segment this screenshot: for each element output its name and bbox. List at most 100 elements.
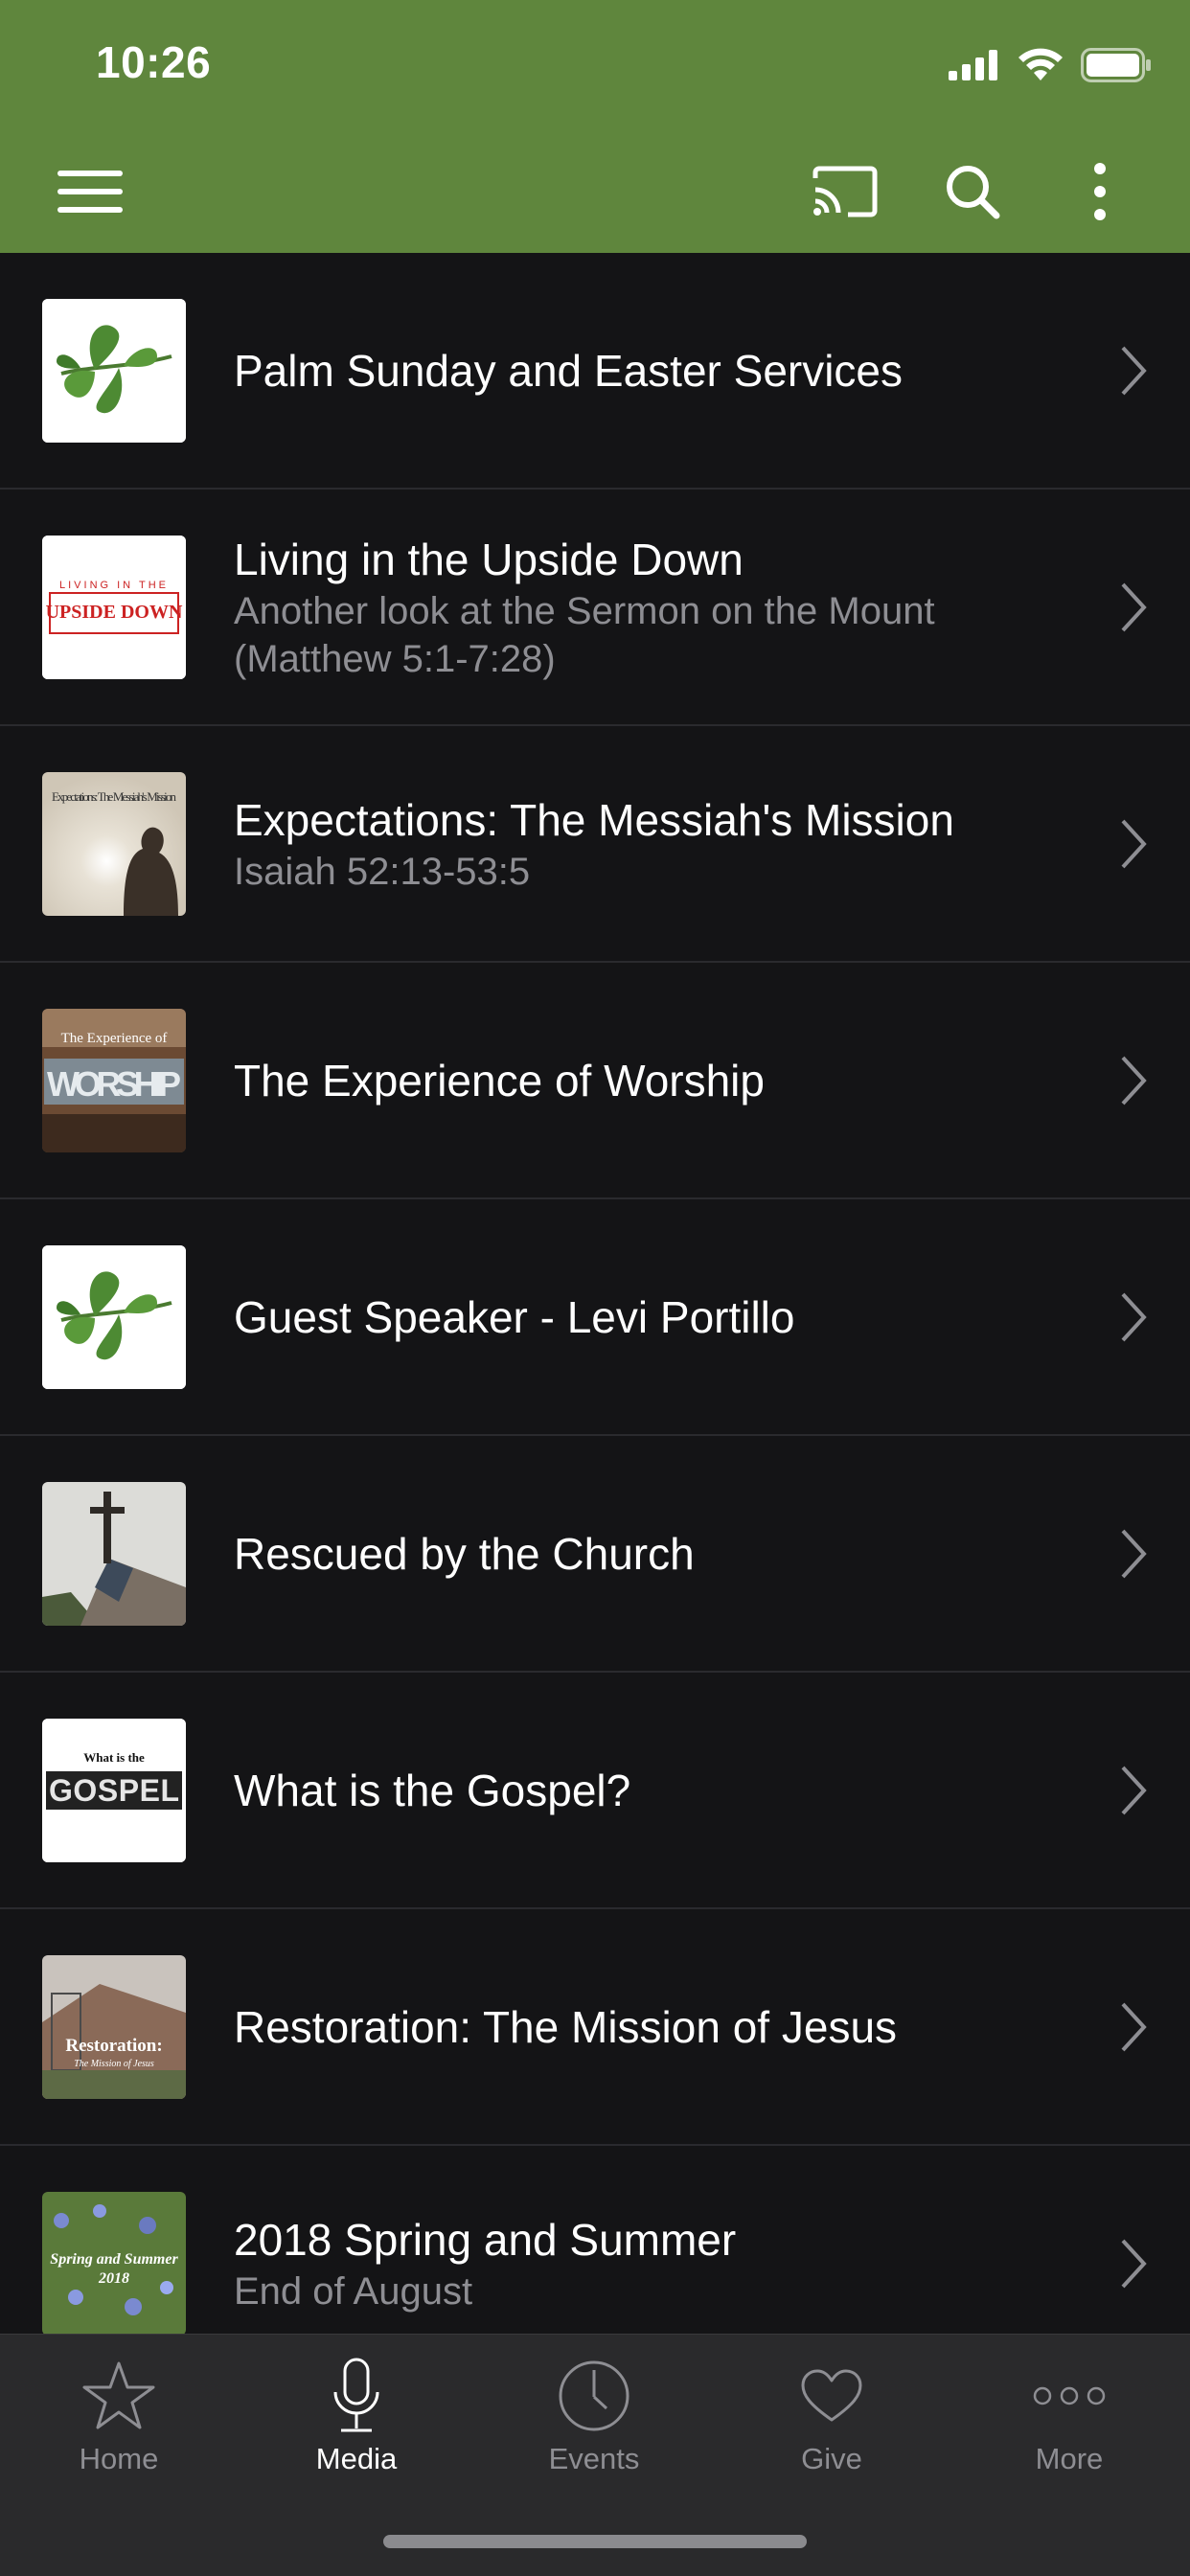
restoration-artwork: Restoration: The Mission of Jesus xyxy=(42,1954,186,2099)
item-title: Palm Sunday and Easter Services xyxy=(234,345,904,396)
series-thumbnail: Restoration: The Mission of Jesus xyxy=(42,1954,186,2099)
item-texts: 2018 Spring and Summer End of August xyxy=(234,2212,1075,2315)
item-subtitle: End of August xyxy=(234,2269,473,2313)
item-texts: Guest Speaker - Levi Portillo xyxy=(234,1289,1075,1345)
worship-artwork: The Experience of WORSHIP xyxy=(42,1008,186,1152)
item-title: Restoration: The Mission of Jesus xyxy=(234,2001,898,2052)
series-thumbnail: LIVING IN THE UPSIDE DOWN xyxy=(42,535,186,679)
spring-summer-artwork: Spring and Summer 2018 xyxy=(42,2191,186,2334)
item-subtitle: Another look at the Sermon on the Mount … xyxy=(234,589,935,680)
cast-icon xyxy=(812,166,878,217)
kebab-icon xyxy=(1094,163,1106,220)
list-item[interactable]: LIVING IN THE UPSIDE DOWN Living in the … xyxy=(0,490,1190,726)
chevron-right-icon xyxy=(1121,2239,1147,2288)
chevron-right-icon xyxy=(1121,346,1147,395)
chevron-right-icon xyxy=(1121,1292,1147,1341)
search-icon xyxy=(947,166,1000,219)
item-texts: What is the Gospel? xyxy=(234,1763,1075,1818)
series-thumbnail: Expectations: The Messiah's Mission xyxy=(42,771,186,916)
expectations-artwork: Expectations: The Messiah's Mission xyxy=(42,771,186,916)
leaf-logo xyxy=(42,298,186,443)
item-texts: Restoration: The Mission of Jesus xyxy=(234,1999,1075,2055)
item-title: Rescued by the Church xyxy=(234,1528,695,1579)
chevron-right-icon xyxy=(1121,1529,1147,1578)
item-title: Guest Speaker - Levi Portillo xyxy=(234,1291,795,1342)
battery-icon xyxy=(1081,48,1151,82)
list-item[interactable]: Guest Speaker - Levi Portillo xyxy=(0,1199,1190,1436)
series-thumbnail xyxy=(42,298,186,443)
microphone-icon xyxy=(333,2358,379,2432)
series-thumbnail xyxy=(42,1244,186,1389)
upside-down-logo: LIVING IN THE UPSIDE DOWN xyxy=(42,535,186,679)
tab-bar: Home Media Events Give More xyxy=(0,2334,1190,2576)
item-texts: Living in the Upside Down Another look a… xyxy=(234,532,1075,683)
gospel-artwork: What is the GOSPEL xyxy=(42,1718,186,1862)
series-thumbnail xyxy=(42,1481,186,1626)
more-dots-icon xyxy=(1033,2386,1106,2405)
tab-label: Media xyxy=(315,2442,398,2475)
tab-label: Events xyxy=(548,2442,640,2475)
thumb-text: Restoration: xyxy=(65,2036,162,2056)
item-title: The Experience of Worship xyxy=(234,1055,765,1106)
tab-label: Give xyxy=(801,2442,862,2475)
search-button[interactable] xyxy=(934,153,1011,230)
tab-label: Home xyxy=(79,2442,159,2475)
list-item[interactable]: Expectations: The Messiah's Mission Expe… xyxy=(0,726,1190,963)
hamburger-icon xyxy=(57,171,123,213)
series-thumbnail: What is the GOSPEL xyxy=(42,1718,186,1862)
tab-home[interactable]: Home xyxy=(23,2354,215,2488)
thumb-caption: 2018 xyxy=(98,2270,129,2287)
tab-events[interactable]: Events xyxy=(498,2354,690,2488)
list-item[interactable]: Palm Sunday and Easter Services xyxy=(0,253,1190,490)
thumb-text: Spring and Summer xyxy=(50,2251,178,2268)
wifi-icon xyxy=(1018,48,1063,80)
tab-media[interactable]: Media xyxy=(261,2354,452,2488)
tab-give[interactable]: Give xyxy=(736,2354,927,2488)
item-title: 2018 Spring and Summer xyxy=(234,2214,737,2265)
item-texts: Palm Sunday and Easter Services xyxy=(234,343,1075,399)
heart-icon xyxy=(801,2369,862,2422)
tab-more[interactable]: More xyxy=(973,2354,1165,2488)
item-title: Expectations: The Messiah's Mission xyxy=(234,794,954,845)
item-title: Living in the Upside Down xyxy=(234,534,744,584)
item-texts: The Experience of Worship xyxy=(234,1053,1075,1108)
menu-button[interactable] xyxy=(52,153,128,230)
chevron-right-icon xyxy=(1121,582,1147,631)
chevron-right-icon xyxy=(1121,1766,1147,1814)
signal-icon xyxy=(949,50,997,80)
chevron-right-icon xyxy=(1121,819,1147,868)
list-item[interactable]: Spring and Summer 2018 2018 Spring and S… xyxy=(0,2146,1190,2334)
item-texts: Expectations: The Messiah's Mission Isai… xyxy=(234,792,1075,896)
more-options-button[interactable] xyxy=(1062,153,1138,230)
list-item[interactable]: The Experience of WORSHIP The Experience… xyxy=(0,963,1190,1199)
thumb-caption: The Experience of xyxy=(61,1031,168,1046)
app-header: 10:26 xyxy=(0,0,1190,253)
list-item[interactable]: Rescued by the Church xyxy=(0,1436,1190,1673)
list-item[interactable]: Restoration: The Mission of Jesus Restor… xyxy=(0,1909,1190,2146)
thumb-caption: What is the xyxy=(83,1750,145,1765)
thumb-text: WORSHIP xyxy=(47,1064,181,1104)
media-series-list: Palm Sunday and Easter Services LIVING I… xyxy=(0,253,1190,2334)
star-icon xyxy=(82,2361,155,2429)
home-indicator xyxy=(383,2535,807,2548)
series-thumbnail: Spring and Summer 2018 xyxy=(42,2191,186,2334)
series-thumbnail: The Experience of WORSHIP xyxy=(42,1008,186,1152)
leaf-logo xyxy=(42,1244,186,1389)
clock-icon xyxy=(559,2360,629,2431)
chevron-right-icon xyxy=(1121,1056,1147,1105)
list-item[interactable]: What is the GOSPEL What is the Gospel? xyxy=(0,1673,1190,1909)
thumb-text: GOSPEL xyxy=(49,1773,179,1808)
church-artwork xyxy=(42,1481,186,1626)
status-icons xyxy=(949,46,1152,84)
thumb-text: Expectations: The Messiah's Mission xyxy=(52,789,177,804)
status-time: 10:26 xyxy=(96,37,212,87)
item-texts: Rescued by the Church xyxy=(234,1526,1075,1582)
thumb-text: UPSIDE DOWN xyxy=(46,602,183,623)
item-title: What is the Gospel? xyxy=(234,1765,631,1815)
cast-button[interactable] xyxy=(807,153,883,230)
thumb-caption: LIVING IN THE xyxy=(59,580,169,591)
item-subtitle: Isaiah 52:13-53:5 xyxy=(234,850,531,893)
thumb-caption: The Mission of Jesus xyxy=(74,2059,154,2069)
chevron-right-icon xyxy=(1121,2002,1147,2051)
tab-label: More xyxy=(1035,2442,1104,2475)
